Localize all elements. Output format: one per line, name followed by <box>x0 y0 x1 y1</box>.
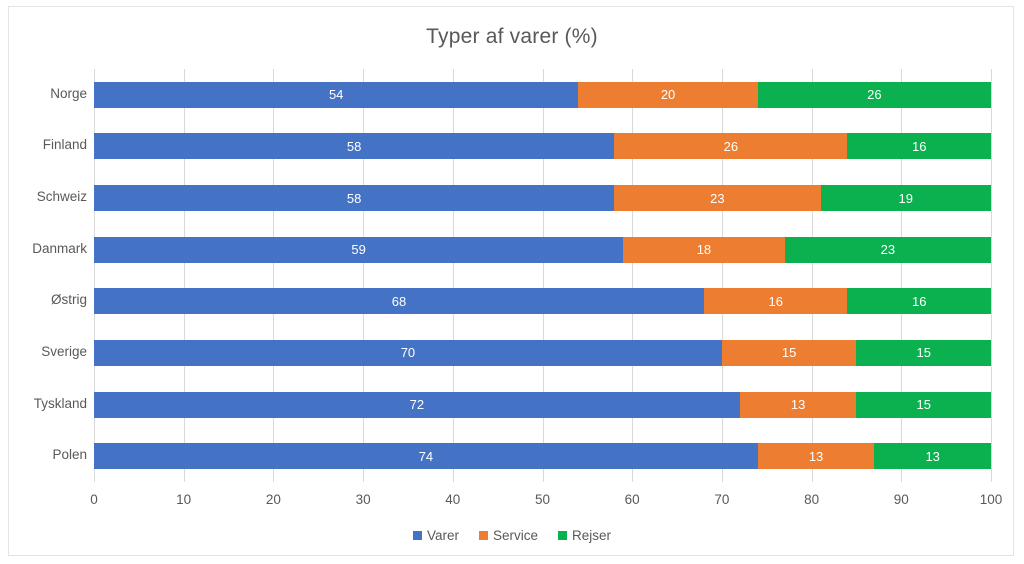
bar-data-label: 20 <box>660 87 676 103</box>
x-tick-label: 100 <box>979 492 1003 507</box>
bar-row: 59 18 23 <box>94 236 991 263</box>
x-tick-label: 30 <box>355 492 371 507</box>
chart-title: Typer af varer (%) <box>426 25 598 48</box>
bar-data-label: 72 <box>409 397 425 413</box>
category-label-norge: Norge <box>50 85 87 101</box>
bar-row: 68 16 16 <box>94 288 991 315</box>
bar-data-label: 15 <box>916 397 931 413</box>
x-tick-label: 90 <box>893 492 909 507</box>
bar-segment-rejser[interactable]: 15 <box>856 339 991 366</box>
bar-segment-varer[interactable]: 68 <box>94 288 704 315</box>
bar-data-label: 13 <box>808 448 824 464</box>
legend-swatch-icon <box>558 531 567 540</box>
bar-data-label: 16 <box>911 293 927 309</box>
legend-label: Service <box>492 528 538 543</box>
bar-data-label: 13 <box>790 397 806 413</box>
bar-segment-rejser[interactable]: 23 <box>784 236 991 263</box>
bar-data-label: 13 <box>925 448 940 464</box>
bar-segment-varer[interactable]: 58 <box>94 133 615 160</box>
bar-data-label: 16 <box>768 293 783 309</box>
bar-segment-service[interactable]: 18 <box>623 236 785 263</box>
value-axis: 0 10 20 30 40 50 60 70 80 90 100 <box>90 488 1002 512</box>
bar-segment-varer[interactable]: 58 <box>94 185 615 212</box>
bar-segment-service[interactable]: 13 <box>757 443 875 470</box>
x-tick-label: 0 <box>90 492 98 507</box>
bar-row: 54 20 26 <box>94 81 991 108</box>
bar-row: 72 13 15 <box>94 391 991 418</box>
bar-segment-varer[interactable]: 70 <box>94 339 722 366</box>
category-label-sverige: Sverige <box>41 343 87 359</box>
category-label-østrig: Østrig <box>50 292 87 308</box>
bar-data-label: 58 <box>346 138 362 154</box>
bar-data-label: 23 <box>880 242 896 258</box>
bar-data-label: 23 <box>710 190 725 206</box>
bar-row: 58 23 19 <box>94 185 991 212</box>
bar-data-label: 15 <box>916 345 931 361</box>
bar-segment-rejser[interactable]: 15 <box>856 391 991 418</box>
legend-item-service[interactable]: Service <box>478 528 538 543</box>
bar-data-label: 59 <box>351 242 366 258</box>
x-tick-label: 60 <box>624 492 640 507</box>
bar-segment-varer[interactable]: 59 <box>94 236 624 263</box>
bars-layer: 54 20 26 58 26 16 58 23 19 59 18 23 68 16 16 70 15 15 72 13… <box>94 69 991 482</box>
bar-data-label: 74 <box>418 448 434 464</box>
x-tick-label: 20 <box>265 492 281 507</box>
bar-segment-service[interactable]: 16 <box>703 288 848 315</box>
category-label-danmark: Danmark <box>32 240 87 256</box>
chart-legend: Varer Service Rejser <box>9 528 1015 543</box>
bar-segment-service[interactable]: 23 <box>614 185 821 212</box>
x-tick-label: 10 <box>176 492 192 507</box>
bar-data-label: 54 <box>328 87 344 103</box>
category-label-schweiz: Schweiz <box>36 189 87 205</box>
bar-row: 74 13 13 <box>94 443 991 470</box>
bar-segment-rejser[interactable]: 13 <box>874 443 991 470</box>
legend-label: Varer <box>426 528 459 543</box>
bar-row: 58 26 16 <box>94 133 991 160</box>
legend-swatch-icon <box>478 531 488 540</box>
x-tick-label: 50 <box>534 492 551 507</box>
bar-segment-service[interactable]: 13 <box>739 391 857 418</box>
legend-item-rejser[interactable]: Rejser <box>558 528 611 543</box>
bar-data-label: 58 <box>346 190 362 206</box>
bar-segment-varer[interactable]: 54 <box>94 81 579 108</box>
legend-item-varer[interactable]: Varer <box>412 528 459 543</box>
bar-segment-varer[interactable]: 72 <box>94 391 740 418</box>
chart-frame: Typer af varer (%) Norge Finland Schweiz Da… <box>8 6 1014 556</box>
bar-segment-rejser[interactable]: 26 <box>757 81 991 108</box>
category-label-polen: Polen <box>52 447 87 463</box>
bar-data-label: 15 <box>781 345 797 361</box>
bar-segment-service[interactable]: 15 <box>721 339 857 366</box>
plot-area: 54 20 26 58 26 16 58 23 19 59 18 23 68 16 16 70 15 15 72 13… <box>94 69 992 482</box>
x-tick-label: 70 <box>714 492 730 507</box>
bar-data-label: 26 <box>867 87 882 103</box>
bar-segment-varer[interactable]: 74 <box>94 443 758 470</box>
bar-segment-rejser[interactable]: 16 <box>847 133 991 160</box>
bar-data-label: 68 <box>391 293 407 309</box>
x-tick-label: 40 <box>445 492 461 507</box>
bar-data-label: 19 <box>898 190 913 206</box>
legend-swatch-icon <box>412 531 422 540</box>
gridline <box>991 69 992 482</box>
bar-segment-service[interactable]: 26 <box>614 133 848 160</box>
bar-data-label: 16 <box>911 138 927 154</box>
category-label-finland: Finland <box>42 137 87 153</box>
bar-row: 70 15 15 <box>94 339 991 366</box>
bar-segment-rejser[interactable]: 16 <box>847 288 991 315</box>
x-tick-label: 80 <box>804 492 820 507</box>
legend-label: Rejser <box>572 528 612 543</box>
bar-data-label: 70 <box>400 345 416 361</box>
bar-data-label: 18 <box>696 242 712 258</box>
bar-segment-rejser[interactable]: 19 <box>820 185 991 212</box>
bar-segment-service[interactable]: 20 <box>578 81 758 108</box>
bar-data-label: 26 <box>723 138 739 154</box>
category-axis: Norge Finland Schweiz Danmark Østrig Sverige T… <box>9 69 87 482</box>
category-label-tyskland: Tyskland <box>33 395 87 411</box>
